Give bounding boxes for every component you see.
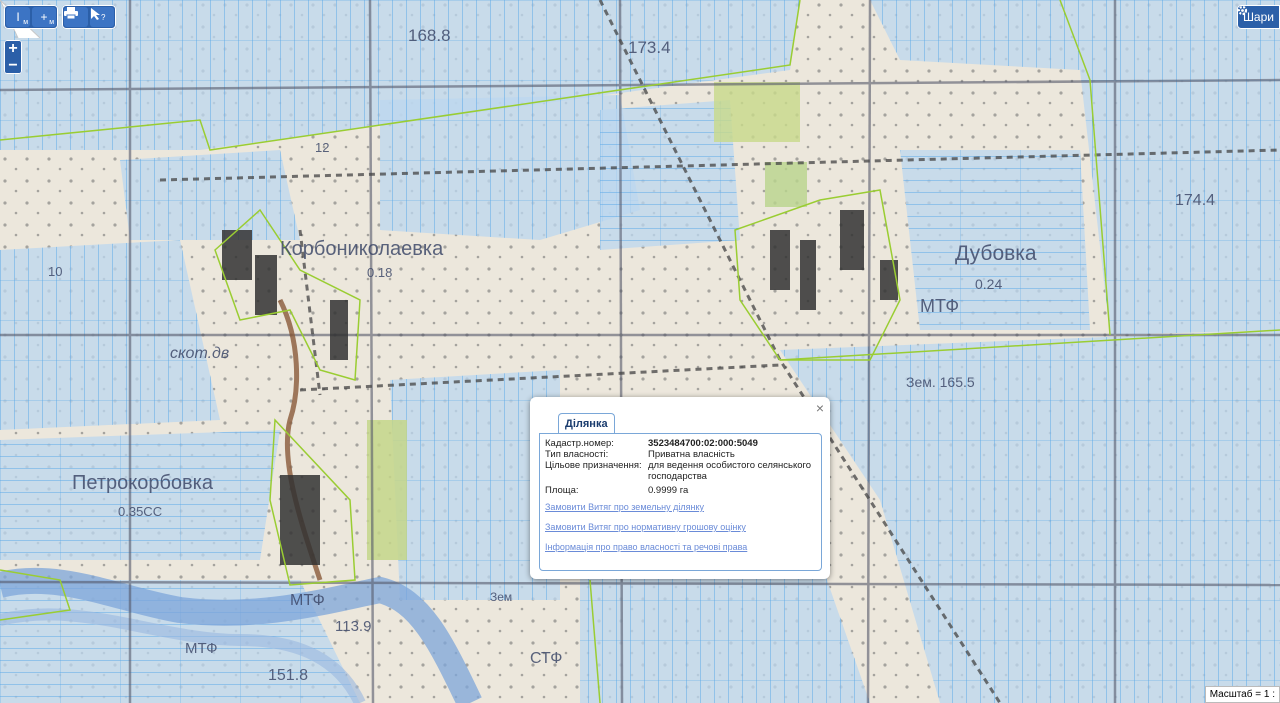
ownership-value: Приватна власність <box>648 449 735 460</box>
map-label-10: 10 <box>48 264 63 279</box>
map-label-elev-113: 113.9 <box>335 618 372 635</box>
measure-distance-button[interactable]: I м <box>6 7 30 27</box>
rights-link[interactable]: Інформація про право власності та речові… <box>545 542 747 552</box>
ownership-label: Тип власності: <box>545 449 609 460</box>
map-view[interactable]: Корбониколаевка Дубовка Петрокорбовка ск… <box>0 0 1280 703</box>
svg-text:?: ? <box>101 13 106 21</box>
cadastre-row: Кадастр.номер: 3523484700:02:000:5049 <box>545 438 820 449</box>
ruler-icon: I <box>16 10 20 24</box>
parcel-popup: × Ділянка Кадастр.номер: 3523484700:02:0… <box>530 397 830 579</box>
scale-readout: Масштаб = 1 : <box>1204 686 1280 703</box>
tab-parcel[interactable]: Ділянка <box>558 413 615 434</box>
map-label-zem: Зем. 165.5 <box>906 374 975 390</box>
popup-content: Кадастр.номер: 3523484700:02:000:5049 Ти… <box>539 433 822 571</box>
map-label-petrokorbovka: Петрокорбовка <box>72 472 213 494</box>
map-toolbar: I м + м ? <box>4 5 116 29</box>
map-label-elev-174: 174.4 <box>1175 192 1216 209</box>
extract-link[interactable]: Замовити Витяг про земельну ділянку <box>545 502 704 512</box>
map-label-skot-dv: скот.дв <box>170 345 230 362</box>
valuation-link[interactable]: Замовити Витяг про нормативну грошову оц… <box>545 522 746 532</box>
printer-icon <box>64 7 78 19</box>
close-icon[interactable]: × <box>816 400 824 416</box>
map-label-elev-173: 173.4 <box>628 38 671 57</box>
zoom-in-button[interactable]: + <box>4 40 22 57</box>
map-label-stf: СТФ <box>530 650 563 667</box>
map-label-elev-151: 151.8 <box>268 667 309 684</box>
map-label-mtf-south: МТФ <box>185 640 218 657</box>
gear-icon <box>1237 5 1248 16</box>
map-label-mtf-petro: МТФ <box>290 592 325 609</box>
map-label-zem-2: Зем <box>490 590 513 604</box>
map-label-dubovka: Дубовка <box>955 242 1037 265</box>
zoom-out-button[interactable]: − <box>4 57 22 74</box>
parcel-info: Кадастр.номер: 3523484700:02:000:5049 Ти… <box>545 438 820 496</box>
layers-button[interactable]: Шари <box>1236 5 1280 29</box>
tools-group: ? <box>62 5 116 29</box>
measure-area-button[interactable]: + м <box>32 7 56 27</box>
map-label-035: 0.35СС <box>118 504 163 519</box>
ownership-row: Тип власності: Приватна власність <box>545 449 820 460</box>
map-label-korbonikolaevka: Корбониколаевка <box>280 238 444 260</box>
area-label: Площа: <box>545 485 579 496</box>
print-button[interactable] <box>64 7 88 27</box>
cadastre-value: 3523484700:02:000:5049 <box>648 438 758 449</box>
cadastre-label: Кадастр.номер: <box>545 438 614 449</box>
measure-group: I м + м <box>4 5 58 29</box>
measure-distance-unit: м <box>23 19 28 26</box>
zoom-control: + − <box>4 40 22 74</box>
map-label-018: 0.18 <box>367 265 393 280</box>
map-label-mtf-dubovka: МТФ <box>920 296 960 316</box>
area-row: Площа: 0.9999 га <box>545 485 820 496</box>
map-label-024: 0.24 <box>975 276 1003 292</box>
purpose-row: Цільове призначення: для ведення особист… <box>545 460 820 482</box>
map-label-elev-168: 168.8 <box>408 26 451 45</box>
area-measure-icon: + <box>40 10 48 24</box>
purpose-label: Цільове призначення: <box>545 460 642 471</box>
cursor-question-icon: ? <box>91 8 106 21</box>
identify-button[interactable]: ? <box>90 7 114 27</box>
map-label-12: 12 <box>315 140 330 155</box>
purpose-value: для ведення особистого селянського госпо… <box>648 460 812 482</box>
area-value: 0.9999 га <box>648 485 689 496</box>
measure-area-unit: м <box>49 19 54 26</box>
